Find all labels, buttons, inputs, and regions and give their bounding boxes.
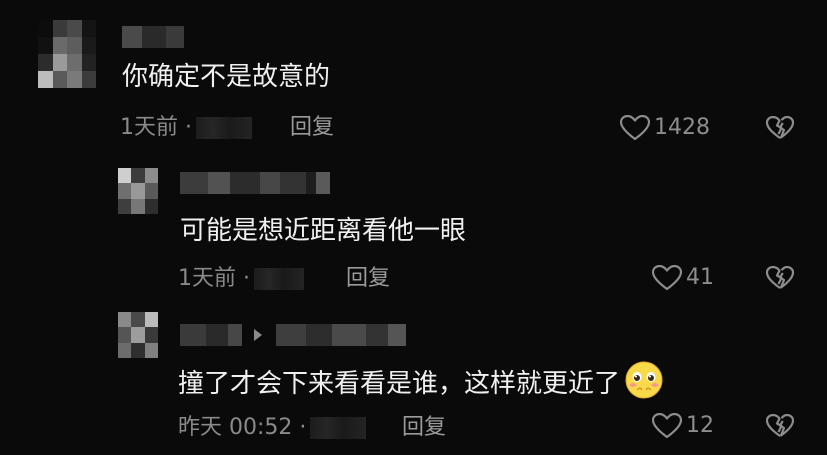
avatar[interactable]: [38, 20, 96, 88]
location-blurred: [310, 417, 367, 439]
comment-meta: 1天前 ·: [120, 114, 252, 142]
avatar[interactable]: [118, 312, 158, 358]
reply-arrow-icon: [254, 329, 262, 341]
comment-text: 你确定不是故意的: [122, 62, 331, 92]
comment-text: 撞了才会下来看看是谁，这样就更近了: [178, 360, 664, 409]
comment-item: 你确定不是故意的 1天前 · 回复 1428: [0, 0, 827, 150]
like-button[interactable]: 12: [652, 412, 714, 440]
comment-text: 可能是想近距离看他一眼: [180, 216, 467, 246]
like-count: 12: [686, 413, 714, 438]
comment-text-body: 撞了才会下来看看是谁，这样就更近了: [178, 369, 621, 399]
reply-button[interactable]: 回复: [346, 265, 390, 293]
dislike-button[interactable]: [765, 265, 795, 294]
broken-heart-icon: [765, 115, 795, 139]
timestamp: 1天前 ·: [120, 115, 192, 140]
timestamp: 1天前 ·: [178, 266, 250, 291]
reply-item: 可能是想近距离看他一眼 1天前 · 回复 41: [0, 150, 827, 300]
comment-meta: 1天前 ·: [178, 265, 304, 293]
username[interactable]: [122, 26, 184, 48]
reply-item: 撞了才会下来看看是谁，这样就更近了 昨天 00:52 · 回复 12: [0, 300, 827, 455]
broken-heart-icon: [765, 413, 795, 437]
like-button[interactable]: 1428: [620, 114, 710, 142]
timestamp: 昨天 00:52 ·: [178, 415, 307, 440]
dislike-button[interactable]: [765, 115, 795, 144]
broken-heart-icon: [765, 265, 795, 289]
comment-meta: 昨天 00:52 ·: [178, 414, 367, 442]
shy-face-emoji: [624, 360, 664, 409]
username[interactable]: [180, 172, 330, 194]
heart-outline-icon: [620, 115, 650, 141]
location-blurred: [195, 117, 252, 139]
avatar[interactable]: [118, 168, 158, 214]
username[interactable]: [180, 324, 242, 346]
heart-outline-icon: [652, 265, 682, 291]
reply-to-username[interactable]: [276, 324, 406, 346]
like-button[interactable]: 41: [652, 264, 714, 292]
dislike-button[interactable]: [765, 413, 795, 442]
like-count: 41: [686, 265, 714, 290]
reply-button[interactable]: 回复: [402, 414, 446, 442]
heart-outline-icon: [652, 413, 682, 439]
like-count: 1428: [654, 115, 710, 140]
location-blurred: [253, 268, 304, 290]
reply-button[interactable]: 回复: [290, 114, 334, 142]
